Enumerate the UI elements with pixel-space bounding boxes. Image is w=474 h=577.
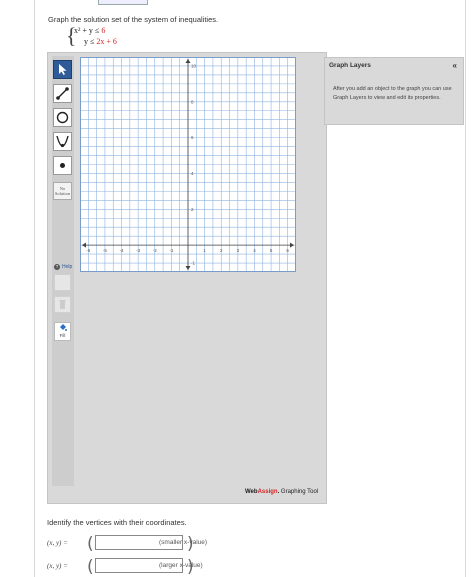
inequality-2: y ≤ 2x + 6 (84, 37, 117, 46)
brand-assign: Assign (257, 489, 278, 495)
line-tool-button[interactable] (53, 84, 72, 103)
trash-icon (59, 300, 66, 309)
y-tick-label: 10 (191, 63, 197, 68)
webassign-brand: WebAssign. Graphing Tool (245, 489, 318, 495)
pointer-icon (59, 64, 67, 75)
point-tool-button[interactable] (53, 156, 72, 175)
pointer-tool-button[interactable] (53, 60, 72, 79)
inequality-2-op: ≤ (90, 37, 95, 46)
vertex-2-label: (x, y) = (47, 562, 68, 570)
inequality-1: x² + y ≤ 6 (74, 26, 105, 35)
inequality-1-op: ≤ (94, 26, 100, 35)
x-tick-label: -6 (86, 248, 90, 253)
help-link[interactable]: ? Help (54, 264, 72, 270)
circle-icon (56, 111, 69, 124)
graph-canvas[interactable]: -6 -5 -4 -3 -2 -1 1 2 3 4 5 6108642-1 (80, 57, 296, 272)
undo-button[interactable] (54, 274, 71, 291)
brand-tool-name: Graphing Tool (280, 489, 319, 495)
graph-layers-title: Graph Layers (329, 62, 371, 69)
inequality-1-rhs: 6 (101, 26, 106, 35)
inequality-1-lhs: x² + y (74, 26, 93, 35)
no-solution-label-2: Solution (54, 191, 71, 196)
brand-dot: . (277, 489, 280, 495)
inequality-2-lhs: y (84, 37, 88, 46)
x-tick-label: -4 (120, 248, 124, 253)
line-icon (56, 87, 69, 100)
brand-web: Web (245, 489, 258, 495)
delete-button[interactable] (54, 296, 71, 313)
inequality-2-rhs: 2x + 6 (96, 37, 117, 46)
page-border-right (465, 0, 466, 577)
x-tick-label: -2 (153, 248, 157, 253)
y-tick-label: -1 (191, 261, 195, 266)
page-border-left (34, 0, 35, 577)
no-solution-button[interactable]: No Solution (53, 182, 72, 200)
help-icon: ? (54, 264, 60, 270)
collapse-layers-button[interactable]: « (453, 61, 457, 70)
parabola-tool-button[interactable] (53, 132, 72, 151)
vertices-instruction: Identify the vertices with their coordin… (47, 518, 187, 527)
x-tick-label: -3 (136, 248, 140, 253)
circle-tool-button[interactable] (53, 108, 72, 127)
top-tab[interactable] (98, 0, 148, 5)
vertex-1-note: (smaller x-value) (159, 539, 208, 546)
parabola-icon (56, 135, 69, 148)
graph-layers-hint: After you add an object to the graph you… (333, 86, 452, 101)
paint-bucket-icon (60, 324, 67, 331)
x-tick-label: -5 (103, 248, 107, 253)
open-paren: ( (87, 557, 94, 577)
open-paren: ( (87, 534, 94, 554)
help-label: Help (62, 264, 73, 270)
fill-button[interactable]: Fill (54, 322, 71, 341)
vertex-2-note: (larger x-value) (159, 562, 203, 569)
vertex-1-label: (x, y) = (47, 539, 68, 547)
point-icon (60, 163, 65, 168)
x-tick-label: -1 (169, 248, 173, 253)
graph-layers-panel: Graph Layers « After you add an object t… (324, 57, 464, 125)
fill-label: Fill (59, 333, 66, 338)
